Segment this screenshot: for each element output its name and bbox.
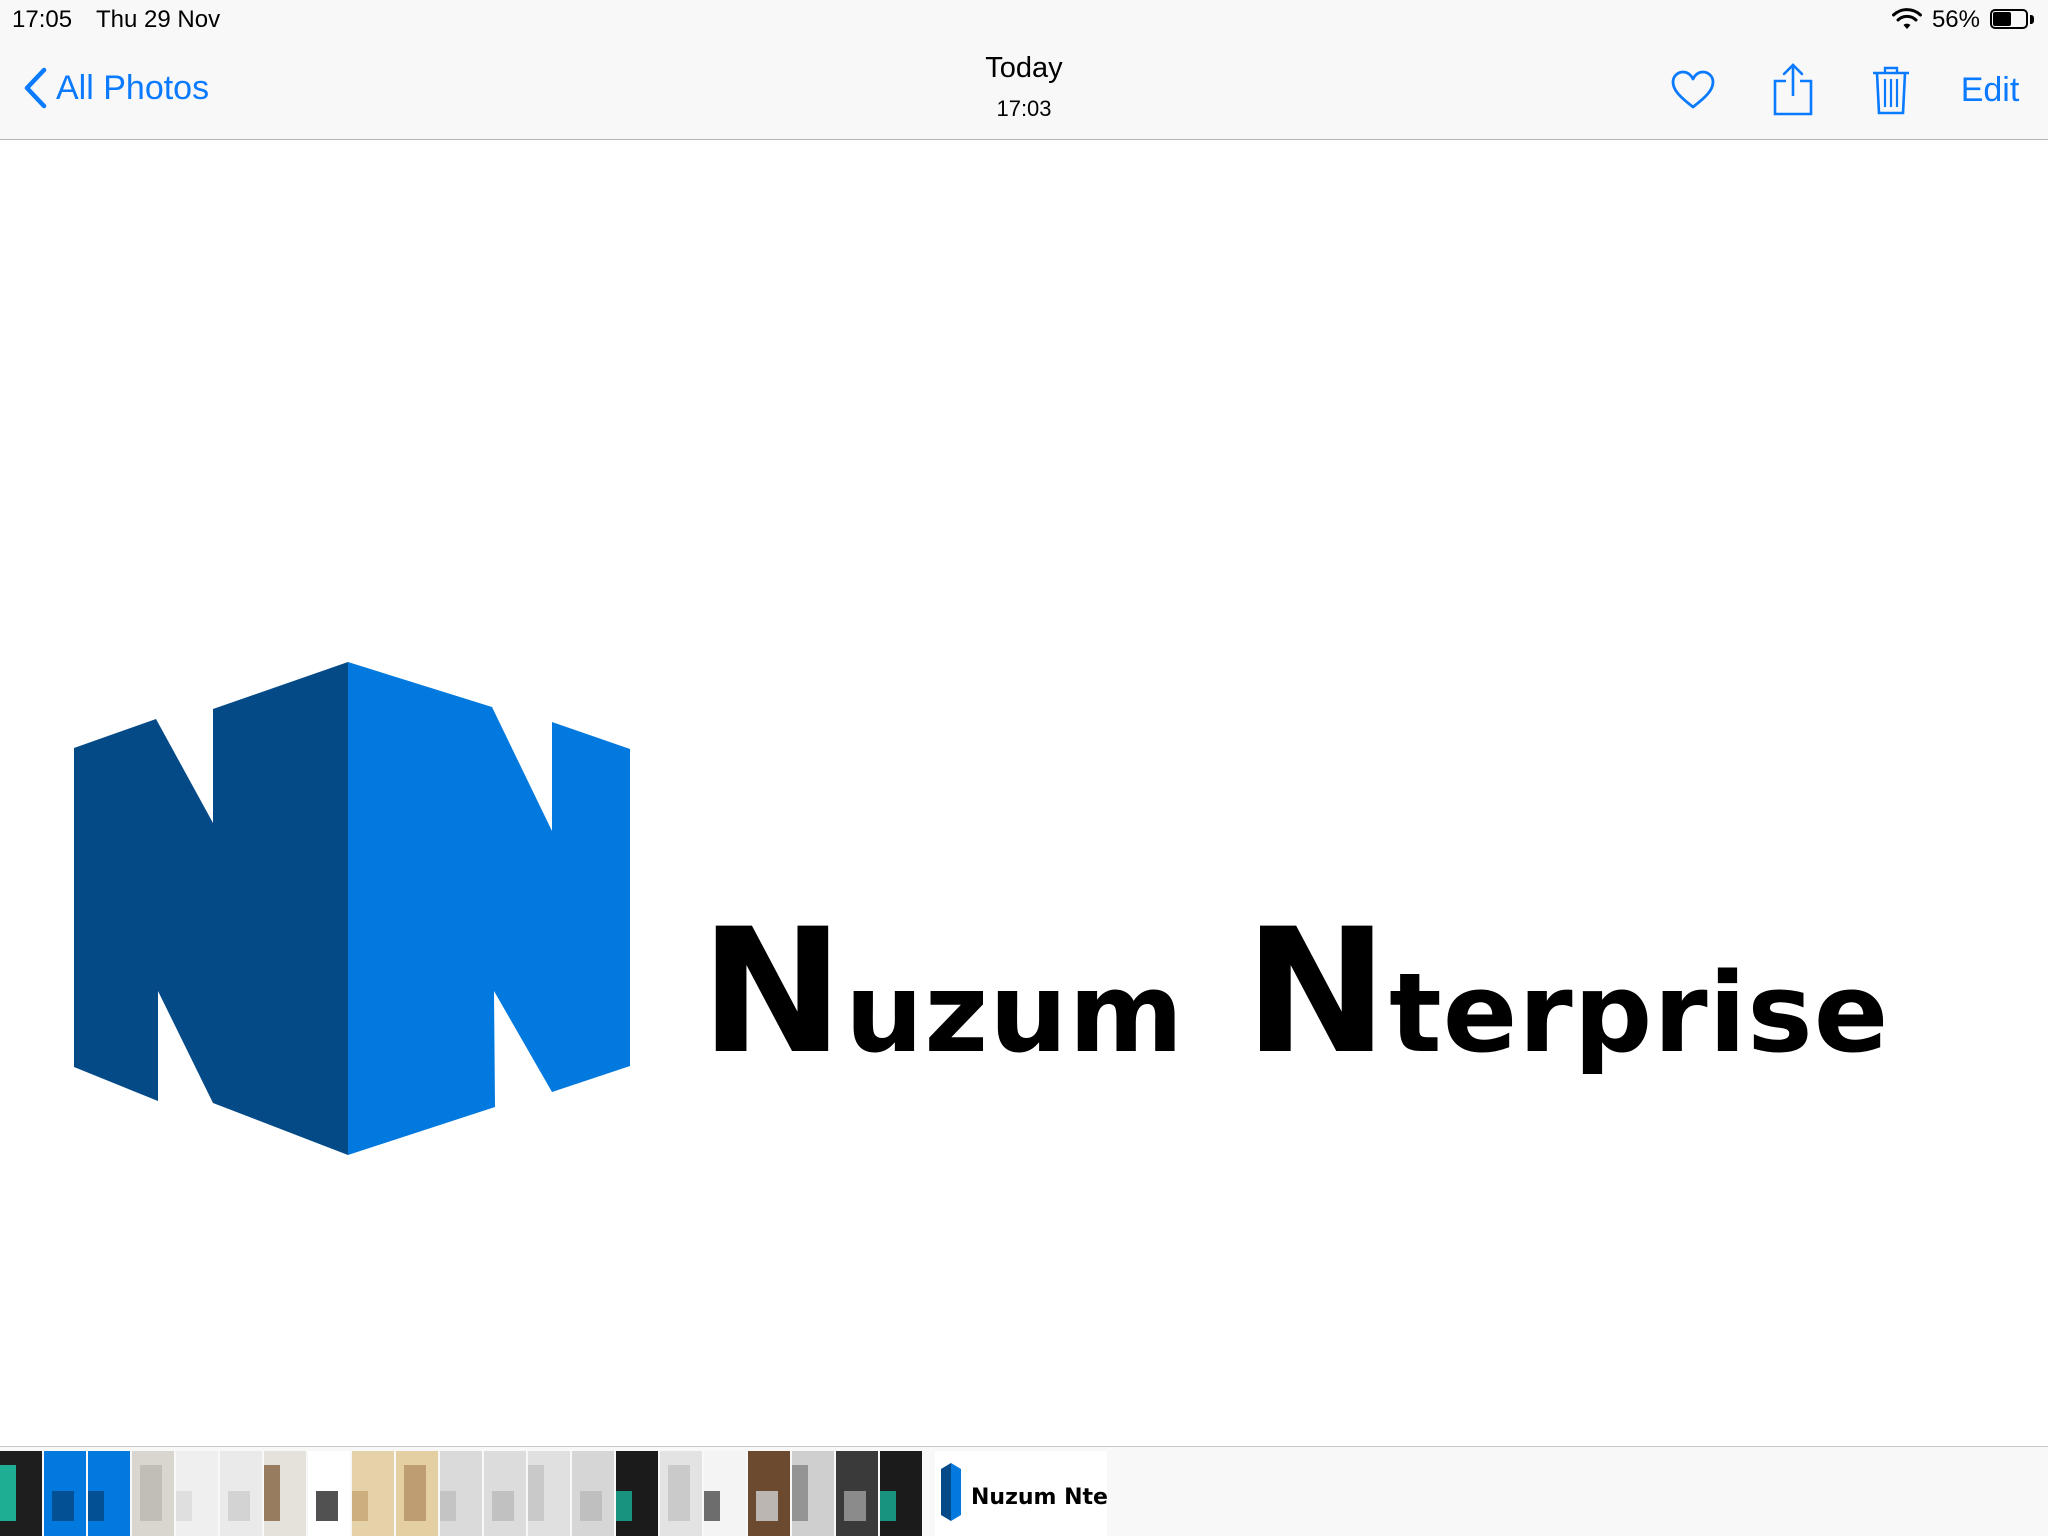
share-icon (1773, 63, 1813, 116)
filmstrip-thumbnail[interactable] (132, 1451, 174, 1536)
thumbnail-detail (352, 1491, 368, 1521)
thumbnail-detail (792, 1465, 808, 1521)
filmstrip-thumbnail[interactable] (836, 1451, 878, 1536)
filmstrip-current-thumbnail[interactable]: Nuzum Nte (935, 1451, 1107, 1536)
heart-icon (1671, 70, 1715, 109)
filmstrip-thumbnail[interactable] (44, 1451, 86, 1536)
filmstrip-thumbnail[interactable] (396, 1451, 438, 1536)
thumbnail-detail (616, 1491, 632, 1521)
thumbnail-detail (528, 1465, 544, 1521)
thumbnail-detail (704, 1491, 720, 1521)
wordmark-n1: N (700, 891, 845, 1092)
thumbnail-caption: Nuzum Nte (971, 1485, 1107, 1510)
logo-left-face (74, 662, 348, 1155)
photo-view[interactable]: Nuzum Nterprise (0, 141, 2048, 1446)
wifi-icon (1891, 8, 1922, 29)
page-title: Today (985, 52, 1063, 84)
filmstrip-thumbnail[interactable] (0, 1451, 42, 1536)
filmstrip-thumbnail[interactable] (484, 1451, 526, 1536)
battery-percent: 56% (1931, 6, 1980, 33)
nuzum-logo-mark (74, 662, 630, 1155)
thumbnail-detail (228, 1491, 250, 1521)
wordmark-n2: N (1244, 891, 1390, 1092)
filmstrip-thumbnail[interactable] (220, 1451, 262, 1536)
filmstrip-thumbnail[interactable] (660, 1451, 702, 1536)
thumbnail-detail (756, 1491, 778, 1521)
delete-button[interactable] (1868, 62, 1914, 118)
filmstrip-thumbnail[interactable] (572, 1451, 614, 1536)
filmstrip-thumbnails (0, 1451, 924, 1536)
thumbnail-detail (176, 1491, 192, 1521)
logo-wordmark: Nuzum Nterprise (700, 906, 1889, 1078)
filmstrip-thumbnail[interactable] (88, 1451, 130, 1536)
thumbnail-detail (88, 1491, 104, 1521)
filmstrip-thumbnail[interactable] (792, 1451, 834, 1536)
thumbnail-detail (264, 1465, 280, 1521)
filmstrip-thumbnail[interactable] (176, 1451, 218, 1536)
filmstrip: Nuzum Nte (0, 1446, 2048, 1536)
thumbnail-detail (52, 1491, 74, 1521)
wordmark-uzum: uzum (844, 949, 1185, 1077)
filmstrip-thumbnail[interactable] (748, 1451, 790, 1536)
thumbnail-detail (844, 1491, 866, 1521)
wordmark-terprise: terprise (1389, 949, 1890, 1077)
battery-fill (1993, 12, 2011, 26)
thumbnail-detail (140, 1465, 162, 1521)
filmstrip-thumbnail[interactable] (616, 1451, 658, 1536)
nuzum-logo-mark (941, 1463, 961, 1521)
edit-button[interactable]: Edit (1944, 62, 2036, 118)
filmstrip-thumbnail[interactable] (352, 1451, 394, 1536)
status-time: 17:05 (12, 6, 73, 33)
thumbnail-detail (316, 1491, 338, 1521)
filmstrip-thumbnail[interactable] (704, 1451, 746, 1536)
filmstrip-thumbnail[interactable] (440, 1451, 482, 1536)
nav-bar: All Photos Today 17:03 Edit (0, 40, 2048, 140)
thumbnail-detail (880, 1491, 896, 1521)
thumbnail-detail (580, 1491, 602, 1521)
status-bar: 17:05 Thu 29 Nov 56% (0, 0, 2048, 40)
thumbnail-detail (0, 1465, 16, 1521)
thumbnail-detail (492, 1491, 514, 1521)
page-subtitle: 17:03 (996, 96, 1052, 121)
logo-right-face (348, 662, 630, 1155)
share-button[interactable] (1770, 62, 1816, 118)
thumbnail-detail (668, 1465, 690, 1521)
filmstrip-thumbnail[interactable] (264, 1451, 306, 1536)
trash-icon (1873, 66, 1909, 115)
status-right: 56% (1891, 6, 2036, 34)
status-date: Thu 29 Nov (96, 6, 221, 33)
favorite-button[interactable] (1668, 62, 1718, 118)
filmstrip-thumbnail[interactable] (308, 1451, 350, 1536)
filmstrip-thumbnail[interactable] (880, 1451, 922, 1536)
battery-icon (1990, 9, 2036, 31)
thumbnail-detail (440, 1491, 456, 1521)
thumbnail-detail (404, 1465, 426, 1521)
filmstrip-thumbnail[interactable] (528, 1451, 570, 1536)
